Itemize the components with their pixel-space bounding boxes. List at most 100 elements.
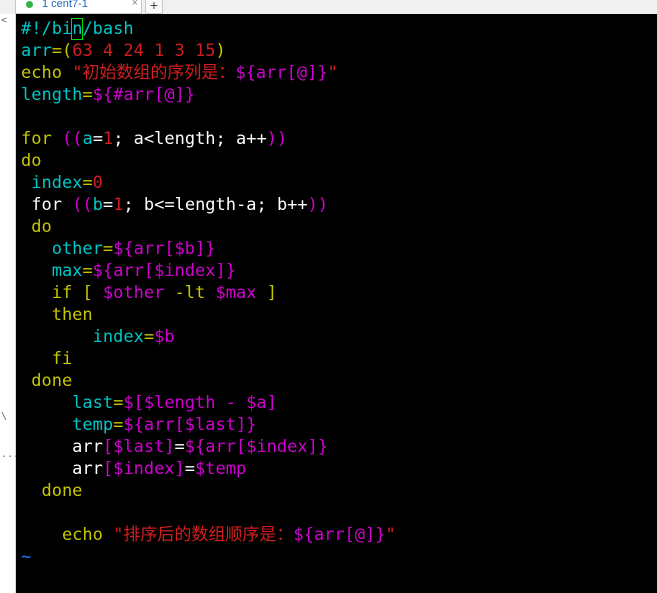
- code-token: ": [385, 525, 396, 545]
- connection-status-icon: [26, 1, 33, 8]
- code-line: last=$[$length - $a]: [21, 392, 396, 414]
- code-token: #!/bi: [21, 19, 73, 39]
- code-token: =: [113, 393, 124, 413]
- code-token: ; b<=length-a; b++: [123, 195, 308, 215]
- code-token: ${arr[$index]}: [184, 437, 329, 457]
- new-tab-button[interactable]: +: [145, 0, 163, 14]
- code-token: =: [143, 327, 155, 347]
- side-panel-char: <: [1, 15, 8, 26]
- code-token: /bash: [82, 19, 134, 39]
- code-token: 1: [102, 129, 114, 149]
- code-token: index: [21, 327, 144, 347]
- code-line: arr[$last]=${arr[$index]}: [21, 436, 396, 458]
- code-line: fi: [21, 348, 396, 370]
- code-line: echo "排序后的数组顺序是：${arr[@]}": [21, 524, 396, 546]
- code-line: length=${#arr[@]}: [21, 84, 396, 106]
- code-token: ): [215, 41, 226, 61]
- code-token: "排序后的数组顺序是：: [113, 525, 294, 545]
- code-token: ]: [256, 283, 277, 303]
- code-line: arr[$index]=$temp: [21, 458, 396, 480]
- code-token: done: [21, 481, 83, 501]
- tab-title: 1 cent7-1: [42, 0, 88, 10]
- code-line: other=${arr[$b]}: [21, 238, 396, 260]
- code-token: =: [82, 85, 93, 105]
- code-token: max: [21, 261, 83, 281]
- code-line: for ((b=1; b<=length-a; b++)): [21, 194, 396, 216]
- code-line: index=0: [21, 172, 396, 194]
- code-line: #!/bin/bash: [21, 18, 396, 40]
- code-token: =: [102, 239, 114, 259]
- code-token: do: [21, 217, 52, 237]
- code-token: fi: [21, 349, 73, 369]
- code-token: for: [21, 129, 62, 149]
- code-token: ((: [72, 195, 93, 215]
- close-tab-icon[interactable]: ×: [132, 0, 138, 9]
- code-line: ~: [21, 546, 396, 568]
- terminal-pane[interactable]: #!/bin/bash arr=(63 4 24 1 3 15) echo "初始数…: [16, 14, 657, 593]
- code-token: =: [82, 261, 93, 281]
- session-tab[interactable]: 1 cent7-1 ×: [15, 0, 142, 14]
- code-token: then: [21, 305, 93, 325]
- code-token: echo: [21, 63, 73, 83]
- code-token: b: [92, 195, 103, 215]
- code-token: ${arr[@]}: [293, 525, 386, 545]
- code-line: if [ $other -lt $max ]: [21, 282, 396, 304]
- code-token: =: [92, 129, 103, 149]
- code-line: temp=${arr[$last]}: [21, 414, 396, 436]
- code-token: ; a<length; a++: [113, 129, 267, 149]
- code-token: -lt: [164, 283, 216, 303]
- code-token: =: [113, 415, 124, 435]
- code-line: for ((a=1; a<length; a++)): [21, 128, 396, 150]
- code-token: $temp: [195, 459, 247, 479]
- code-token: =: [174, 437, 185, 457]
- code-token: $[$length - $a]: [123, 393, 277, 413]
- code-token: do: [21, 151, 42, 171]
- code-token: arr: [21, 459, 103, 479]
- code-line: max=${arr[$index]}: [21, 260, 396, 282]
- code-line: done: [21, 480, 396, 502]
- code-token: ${arr[@]}: [235, 63, 328, 83]
- code-token: "初始数组的序列是：: [72, 63, 236, 83]
- code-token: =: [82, 173, 93, 193]
- code-token: $other: [102, 283, 165, 303]
- code-token: )): [266, 129, 288, 149]
- code-token: [$index]: [102, 459, 185, 479]
- text-cursor: n: [71, 18, 84, 40]
- code-token: arr: [21, 41, 52, 61]
- code-token: =: [184, 459, 196, 479]
- code-token: )): [307, 195, 329, 215]
- code-line: echo "初始数组的序列是：${arr[@]}": [21, 62, 396, 84]
- code-token: ${arr[$index]}: [92, 261, 236, 281]
- code-token: ${#arr[@]}: [92, 85, 196, 105]
- code-token: 63 4 24 1 3 15: [72, 41, 216, 61]
- code-token: $b: [154, 327, 175, 347]
- code-token: ": [327, 63, 338, 83]
- code-token: index: [21, 173, 83, 193]
- code-token: ((: [61, 129, 83, 149]
- code-editor-content: #!/bin/bash arr=(63 4 24 1 3 15) echo "初始数…: [21, 18, 396, 568]
- code-token: =: [102, 195, 114, 215]
- code-line: then: [21, 304, 396, 326]
- code-token: for: [21, 195, 73, 215]
- code-line: done: [21, 370, 396, 392]
- code-token: last: [21, 393, 114, 413]
- side-panel-char: \: [1, 411, 8, 422]
- code-token: ${arr[$last]}: [123, 415, 257, 435]
- code-token: 1: [113, 195, 124, 215]
- code-token: $max: [215, 283, 257, 303]
- code-token: 0: [92, 173, 103, 193]
- code-token: temp: [21, 415, 114, 435]
- code-token: ~: [21, 547, 32, 567]
- code-token: echo: [21, 525, 114, 545]
- code-token: length: [21, 85, 83, 105]
- code-token: ${arr[$b]}: [113, 239, 216, 259]
- code-line: do: [21, 150, 396, 172]
- code-line: do: [21, 216, 396, 238]
- code-token: if [: [21, 283, 103, 303]
- code-token: arr: [21, 437, 103, 457]
- code-token: a: [82, 129, 93, 149]
- code-token: other: [21, 239, 103, 259]
- code-token: [$last]: [102, 437, 175, 457]
